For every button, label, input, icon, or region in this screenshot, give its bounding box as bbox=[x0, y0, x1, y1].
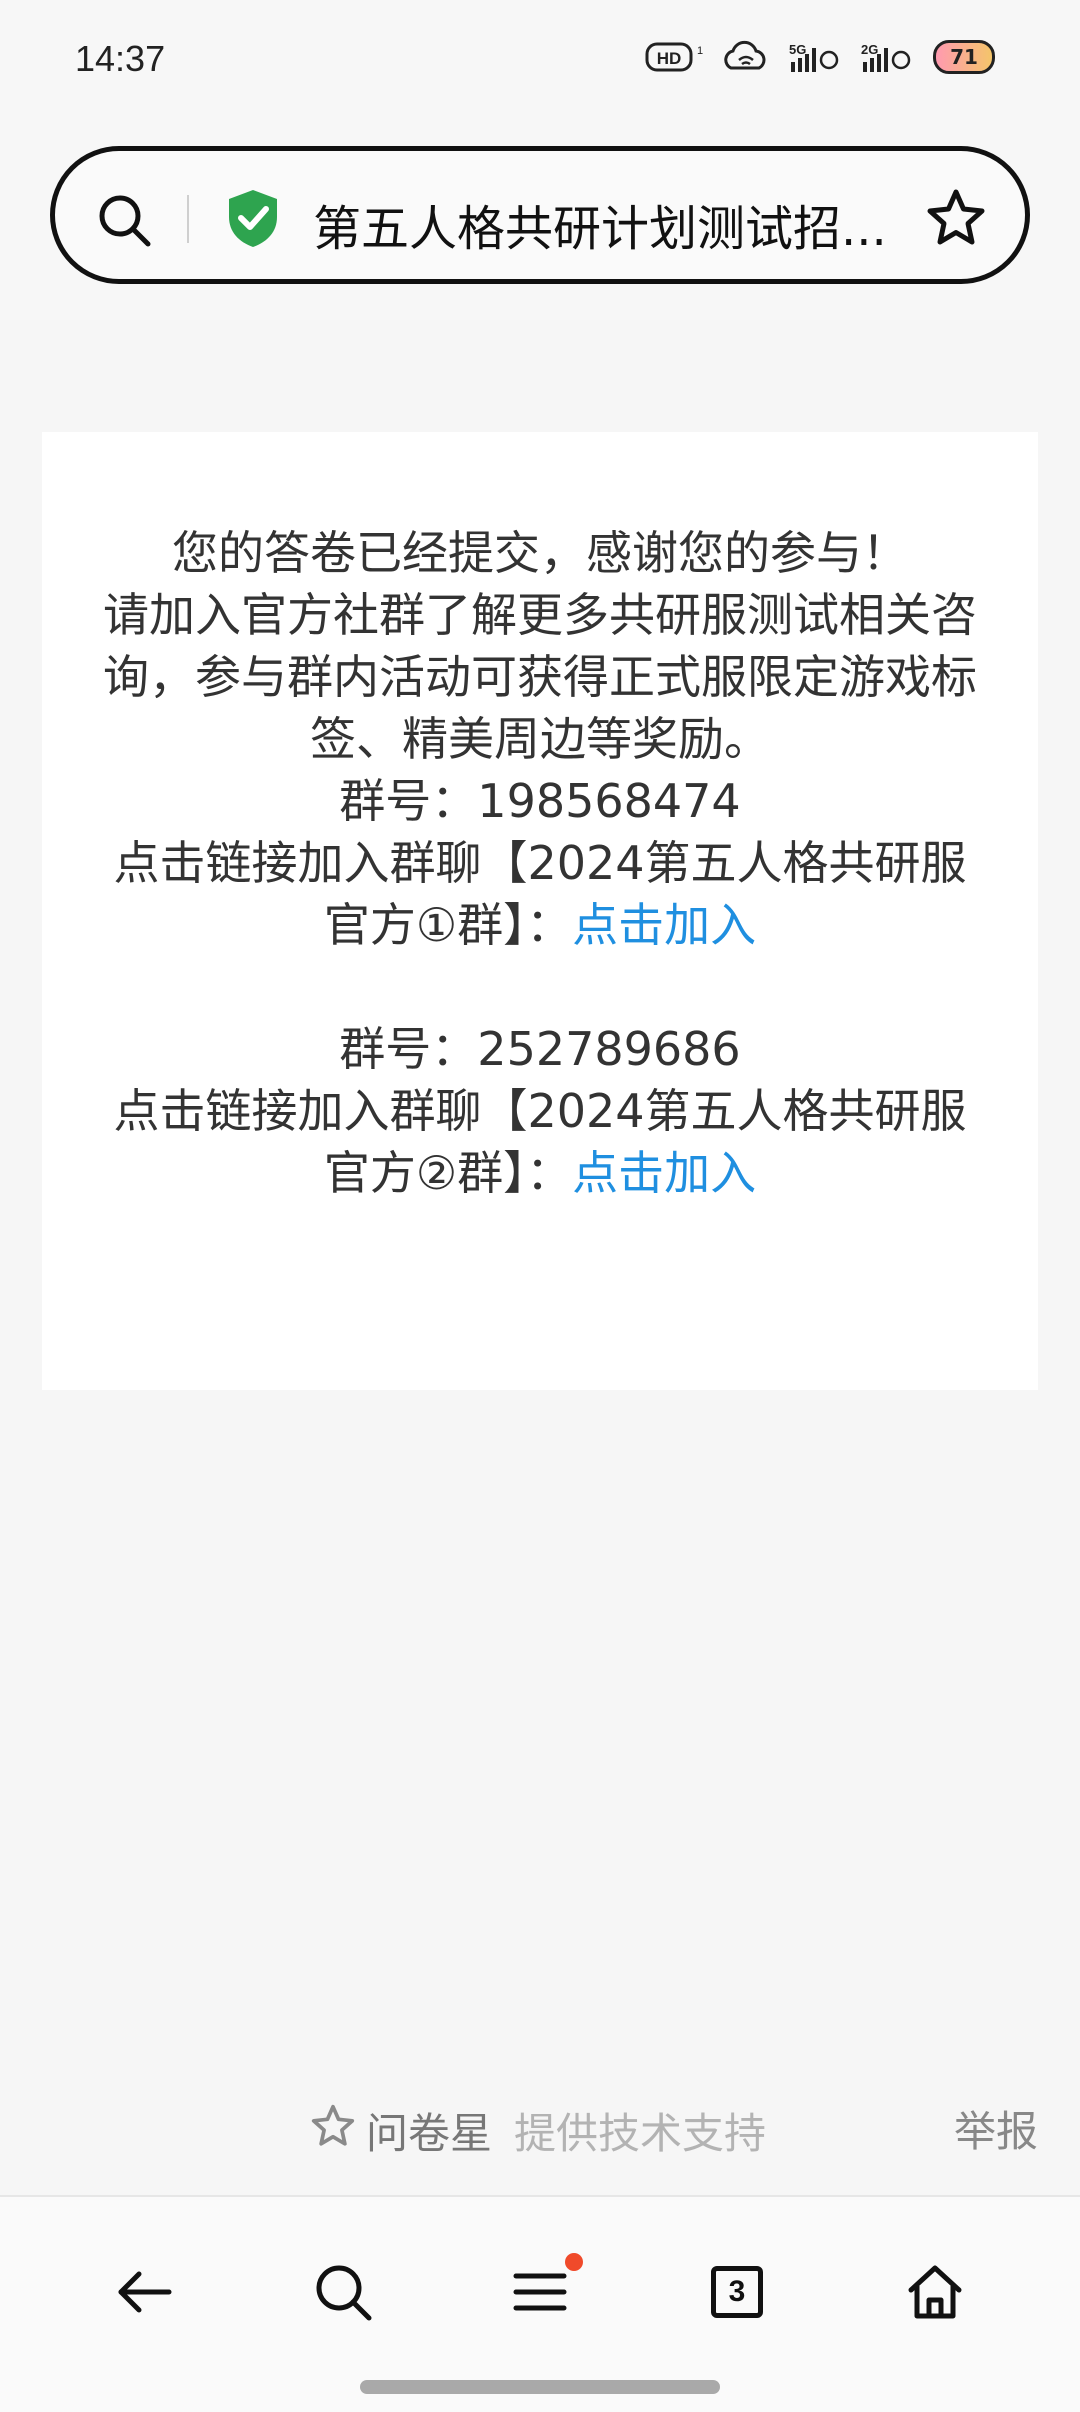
brand-star-icon bbox=[310, 2103, 356, 2159]
hd-icon: HD 1 bbox=[645, 42, 703, 72]
browser-toolbar: 第五人格共研计划测试招... bbox=[0, 120, 1080, 320]
menu-button[interactable] bbox=[495, 2247, 585, 2337]
group1-description: 点击链接加入群聊【2024第五人格共研服官方①群】：点击加入 bbox=[102, 832, 978, 956]
group2-number: 群号：252789686 bbox=[339, 1022, 741, 1076]
footer-brand[interactable]: 问卷星 提供技术支持 bbox=[310, 2100, 766, 2161]
content-card: 您的答卷已经提交，感谢您的参与！ 请加入官方社群了解更多共研服测试相关咨询，参与… bbox=[42, 432, 1038, 1390]
group2-text: 点击链接加入群聊【2024第五人格共研服官方②群】： bbox=[113, 1084, 967, 1200]
status-icons: HD 1 5G 2G 71 bbox=[645, 40, 995, 74]
search-icon bbox=[316, 2265, 372, 2321]
tabs-button[interactable]: 3 bbox=[692, 2247, 782, 2337]
svg-text:1: 1 bbox=[697, 45, 703, 57]
wifi-cloud-icon bbox=[724, 41, 766, 70]
page-title[interactable]: 第五人格共研计划测试招... bbox=[313, 189, 933, 259]
security-shield-icon[interactable] bbox=[225, 187, 281, 253]
status-time: 14:37 bbox=[75, 38, 166, 79]
back-button[interactable] bbox=[100, 2247, 190, 2337]
notification-dot bbox=[565, 2253, 583, 2271]
menu-icon bbox=[513, 2273, 567, 2311]
group2-join-link[interactable]: 点击加入 bbox=[572, 1146, 756, 1200]
signal-5g-icon: 5G bbox=[789, 42, 839, 72]
home-button[interactable] bbox=[890, 2247, 980, 2337]
brand-name: 问卷星 bbox=[366, 2109, 493, 2158]
signal2-label: 2G bbox=[861, 42, 878, 57]
home-icon bbox=[908, 2265, 962, 2319]
submission-message: 您的答卷已经提交，感谢您的参与！ 请加入官方社群了解更多共研服测试相关咨询，参与… bbox=[102, 522, 978, 1204]
group2-description: 点击链接加入群聊【2024第五人格共研服官方②群】：点击加入 bbox=[102, 1080, 978, 1204]
address-bar[interactable]: 第五人格共研计划测试招... bbox=[50, 146, 1030, 284]
back-arrow-icon bbox=[118, 2271, 172, 2313]
group1-join-link[interactable]: 点击加入 bbox=[572, 898, 756, 952]
bookmark-star-icon[interactable] bbox=[925, 187, 987, 253]
tab-count: 3 bbox=[711, 2266, 763, 2318]
report-link[interactable]: 举报 bbox=[954, 2098, 1038, 2159]
page-footer: 问卷星 提供技术支持 举报 bbox=[0, 2048, 1080, 2194]
signal1-label: 5G bbox=[789, 42, 806, 57]
hd-label: HD bbox=[657, 49, 682, 68]
join-community-text: 请加入官方社群了解更多共研服测试相关咨询，参与群内活动可获得正式服限定游戏标签、… bbox=[103, 588, 977, 766]
home-indicator[interactable] bbox=[360, 2380, 720, 2394]
signal-2g-icon: 2G bbox=[861, 42, 911, 72]
search-button[interactable] bbox=[298, 2247, 388, 2337]
address-divider bbox=[187, 195, 189, 243]
group1-text: 点击链接加入群聊【2024第五人格共研服官方①群】： bbox=[113, 836, 967, 952]
status-bar: 14:37 HD 1 5G 2G 71 bbox=[0, 0, 1080, 120]
brand-tagline: 提供技术支持 bbox=[514, 2109, 767, 2158]
thanks-text: 您的答卷已经提交，感谢您的参与！ bbox=[172, 526, 908, 580]
search-icon[interactable] bbox=[95, 191, 153, 253]
group1-number: 群号：198568474 bbox=[339, 774, 741, 828]
battery-indicator: 71 bbox=[933, 40, 995, 74]
